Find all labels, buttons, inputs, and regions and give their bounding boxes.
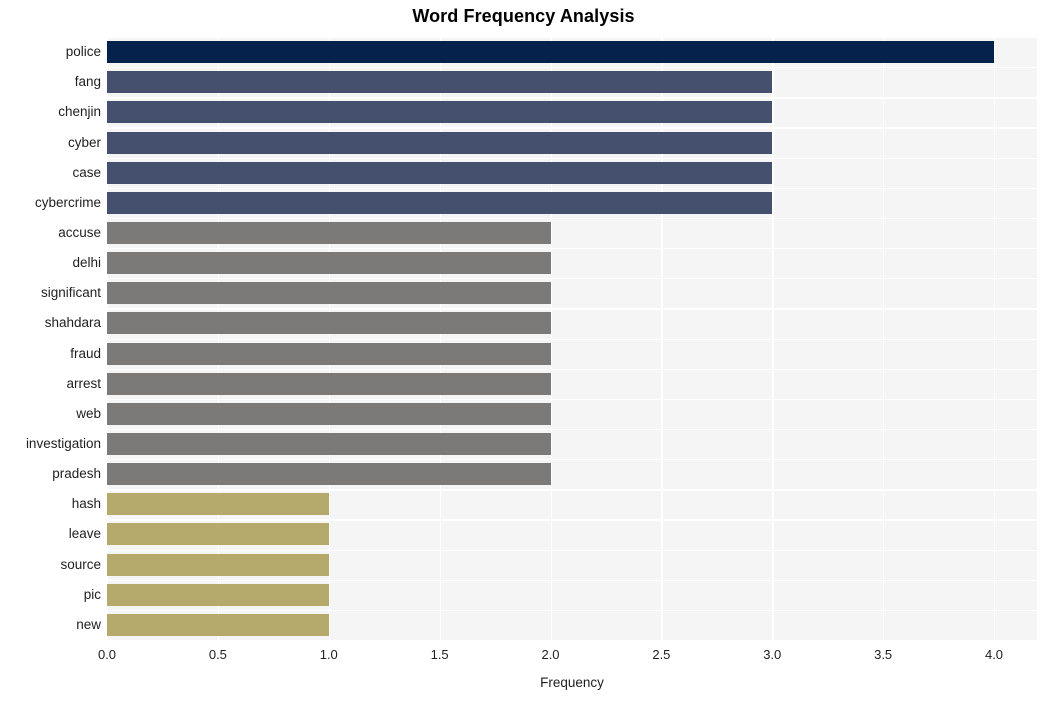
x-axis-tick-label: 1.0	[319, 647, 338, 662]
y-axis-tick-label: source	[60, 556, 101, 572]
y-axis-tick-label: new	[76, 616, 101, 632]
y-axis-tick-label: delhi	[72, 255, 101, 271]
y-axis-tick-label: pradesh	[52, 466, 101, 482]
x-axis-tick-label: 3.0	[763, 647, 782, 662]
y-axis-tick-label: police	[65, 44, 101, 60]
bar	[107, 252, 551, 275]
bar	[107, 282, 551, 305]
y-axis-tick-label: shahdara	[44, 315, 101, 331]
y-axis-tick-label: leave	[68, 526, 101, 542]
bar	[107, 553, 329, 576]
gridline-horizontal	[107, 278, 1037, 280]
gridline-horizontal	[107, 97, 1037, 99]
gridline-horizontal	[107, 549, 1037, 551]
y-axis-tick-label: arrest	[66, 375, 101, 391]
y-axis-tick-label: hash	[71, 496, 101, 512]
gridline-horizontal	[107, 368, 1037, 370]
x-axis-tick-label: 2.5	[652, 647, 671, 662]
x-axis-tick-label: 0.0	[97, 647, 117, 662]
x-axis-tick-label: 2.0	[541, 647, 560, 662]
y-axis-tick-label: fraud	[70, 345, 101, 361]
bar	[107, 191, 773, 214]
gridline-horizontal	[107, 609, 1037, 612]
bar	[107, 493, 329, 516]
bar	[107, 71, 773, 94]
x-axis-tick-labels: 0.0 0.5 1.0 1.5 2.0 2.5 3.0 3.5 4.0	[98, 647, 1037, 668]
bar	[107, 613, 329, 636]
bar	[107, 372, 551, 395]
gridline-horizontal	[107, 67, 1037, 69]
y-axis-tick-label: accuse	[58, 224, 101, 240]
word-frequency-chart: Word Frequency Analysis police fang chenji…	[0, 0, 1047, 701]
plot-area	[107, 37, 1037, 642]
gridline-horizontal	[107, 217, 1037, 220]
bar	[107, 523, 329, 546]
gridline-horizontal	[107, 157, 1037, 159]
y-axis-tick-label: significant	[40, 285, 101, 301]
y-axis-tick-label: cyber	[67, 134, 101, 150]
gridline-horizontal	[107, 127, 1037, 129]
bar	[107, 101, 773, 124]
gridline-horizontal	[107, 519, 1037, 521]
y-axis-tick-label: chenjin	[58, 104, 101, 120]
gridline-horizontal	[107, 640, 1037, 642]
gridline-horizontal	[107, 398, 1037, 401]
gridline-horizontal	[107, 579, 1037, 581]
x-axis-title: Frequency	[540, 675, 604, 690]
bar	[107, 342, 551, 365]
gridline-horizontal	[107, 187, 1037, 190]
y-axis-tick-label: cybercrime	[34, 194, 101, 210]
gridline-horizontal	[107, 338, 1037, 340]
x-axis-tick-label: 3.5	[874, 647, 893, 662]
gridline-horizontal	[107, 308, 1037, 310]
bar	[107, 41, 994, 64]
y-axis-tick-label: pic	[83, 586, 101, 602]
y-axis-tick-labels: police fang chenjin cyber case cybercrime accu…	[0, 37, 101, 640]
gridline-horizontal	[107, 37, 1037, 39]
gridline-horizontal	[107, 428, 1037, 431]
y-axis-tick-label: web	[76, 405, 101, 421]
bar	[107, 463, 551, 486]
bar	[107, 433, 551, 456]
y-axis-tick-label: case	[72, 164, 101, 180]
bar	[107, 402, 551, 425]
gridline-horizontal	[107, 489, 1037, 491]
y-axis-tick-label: fang	[74, 74, 101, 90]
x-axis-tick-label: 1.5	[430, 647, 449, 662]
chart-title: Word Frequency Analysis	[412, 6, 635, 26]
y-axis-tick-label: investigation	[25, 436, 101, 452]
bar	[107, 221, 551, 244]
x-axis-tick-label: 4.0	[984, 647, 1004, 662]
gridline-horizontal	[107, 459, 1037, 461]
bar	[107, 131, 773, 154]
bar	[107, 583, 329, 606]
bar	[107, 312, 551, 335]
bar	[107, 161, 773, 184]
gridline-horizontal	[107, 248, 1037, 250]
x-axis-tick-label: 0.5	[208, 647, 227, 662]
